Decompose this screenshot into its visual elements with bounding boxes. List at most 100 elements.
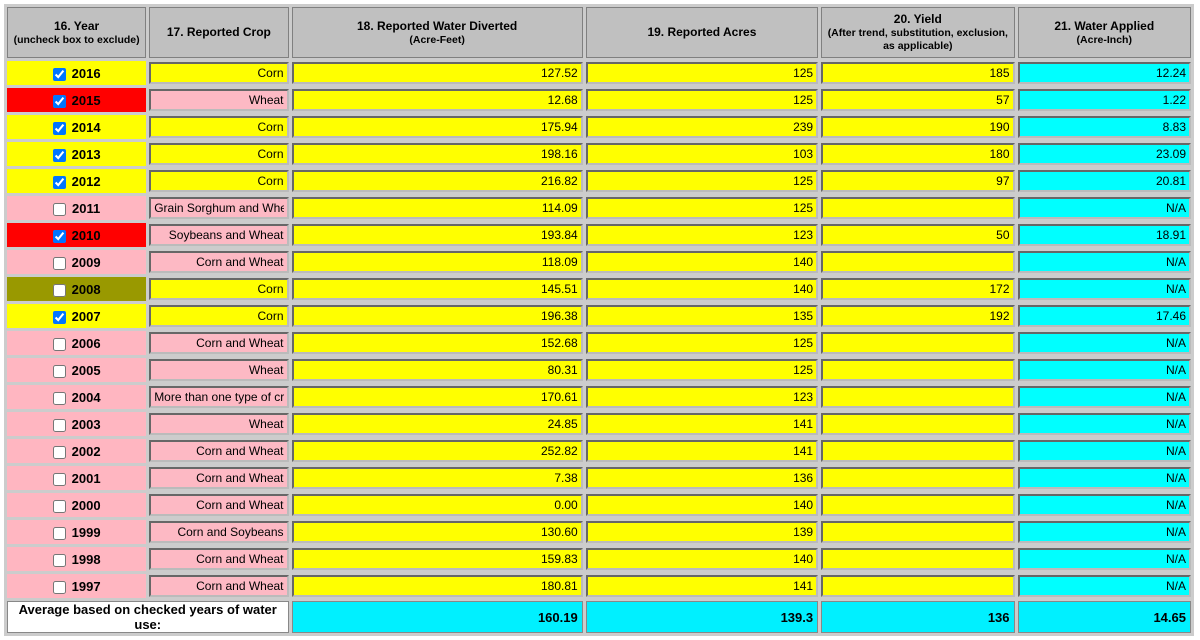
water-diverted-field[interactable] <box>294 388 581 406</box>
acres-field[interactable] <box>588 145 816 163</box>
include-year-checkbox[interactable] <box>53 392 66 405</box>
yield-field[interactable] <box>823 145 1012 163</box>
include-year-checkbox[interactable] <box>53 284 66 297</box>
include-year-checkbox[interactable] <box>53 554 66 567</box>
crop-field[interactable] <box>151 469 286 487</box>
yield-field[interactable] <box>823 469 1012 487</box>
water-diverted-field[interactable] <box>294 64 581 82</box>
include-year-checkbox[interactable] <box>53 68 66 81</box>
crop-field[interactable] <box>151 388 286 406</box>
yield-field[interactable] <box>823 199 1012 217</box>
water-diverted-field[interactable] <box>294 469 581 487</box>
include-year-checkbox[interactable] <box>53 446 66 459</box>
acres-field[interactable] <box>588 496 816 514</box>
yield-field[interactable] <box>823 280 1012 298</box>
include-year-checkbox[interactable] <box>53 149 66 162</box>
crop-field[interactable] <box>151 496 286 514</box>
crop-field[interactable] <box>151 280 286 298</box>
water-diverted-field[interactable] <box>294 550 581 568</box>
yield-field[interactable] <box>823 550 1012 568</box>
include-year-checkbox[interactable] <box>53 257 66 270</box>
acres-field[interactable] <box>588 253 816 271</box>
crop-field[interactable] <box>151 253 286 271</box>
water-diverted-field[interactable] <box>294 172 581 190</box>
include-year-checkbox[interactable] <box>53 419 66 432</box>
water-diverted-field[interactable] <box>294 118 581 136</box>
acres-field[interactable] <box>588 280 816 298</box>
acres-field[interactable] <box>588 226 816 244</box>
include-year-checkbox[interactable] <box>53 122 66 135</box>
acres-field[interactable] <box>588 442 816 460</box>
water-diverted-field[interactable] <box>294 226 581 244</box>
include-year-checkbox[interactable] <box>53 338 66 351</box>
water-diverted-field[interactable] <box>294 577 581 595</box>
yield-field[interactable] <box>823 226 1012 244</box>
include-year-checkbox[interactable] <box>53 473 66 486</box>
include-year-checkbox[interactable] <box>53 311 66 324</box>
acres-field[interactable] <box>588 91 816 109</box>
include-year-checkbox[interactable] <box>53 95 66 108</box>
acres-field[interactable] <box>588 361 816 379</box>
yield-field[interactable] <box>823 415 1012 433</box>
yield-field[interactable] <box>823 253 1012 271</box>
yield-field[interactable] <box>823 118 1012 136</box>
acres-field[interactable] <box>588 118 816 136</box>
yield-field[interactable] <box>823 442 1012 460</box>
crop-field[interactable] <box>151 361 286 379</box>
acres-field[interactable] <box>588 172 816 190</box>
include-year-checkbox[interactable] <box>53 230 66 243</box>
crop-field[interactable] <box>151 577 286 595</box>
crop-field[interactable] <box>151 145 286 163</box>
acres-field[interactable] <box>588 415 816 433</box>
crop-field[interactable] <box>151 307 286 325</box>
include-year-checkbox[interactable] <box>53 176 66 189</box>
acres-field[interactable] <box>588 307 816 325</box>
yield-field[interactable] <box>823 172 1012 190</box>
acres-field[interactable] <box>588 388 816 406</box>
crop-field[interactable] <box>151 64 286 82</box>
water-diverted-field[interactable] <box>294 145 581 163</box>
yield-field[interactable] <box>823 64 1012 82</box>
acres-field[interactable] <box>588 577 816 595</box>
yield-field[interactable] <box>823 334 1012 352</box>
crop-field[interactable] <box>151 91 286 109</box>
include-year-checkbox[interactable] <box>53 365 66 378</box>
acres-field[interactable] <box>588 199 816 217</box>
yield-field[interactable] <box>823 388 1012 406</box>
acres-field[interactable] <box>588 334 816 352</box>
crop-field[interactable] <box>151 334 286 352</box>
yield-field[interactable] <box>823 307 1012 325</box>
yield-field[interactable] <box>823 361 1012 379</box>
crop-field[interactable] <box>151 226 286 244</box>
yield-field[interactable] <box>823 577 1012 595</box>
crop-field[interactable] <box>151 550 286 568</box>
crop-field[interactable] <box>151 118 286 136</box>
acres-field[interactable] <box>588 469 816 487</box>
water-diverted-field[interactable] <box>294 334 581 352</box>
acres-field[interactable] <box>588 64 816 82</box>
include-year-checkbox[interactable] <box>53 581 66 594</box>
water-diverted-field[interactable] <box>294 523 581 541</box>
water-diverted-field[interactable] <box>294 415 581 433</box>
water-diverted-field[interactable] <box>294 361 581 379</box>
crop-field[interactable] <box>151 415 286 433</box>
crop-field[interactable] <box>151 199 286 217</box>
crop-field[interactable] <box>151 442 286 460</box>
yield-field[interactable] <box>823 523 1012 541</box>
water-diverted-field[interactable] <box>294 91 581 109</box>
water-diverted-field[interactable] <box>294 496 581 514</box>
include-year-checkbox[interactable] <box>53 203 66 216</box>
crop-field[interactable] <box>151 523 286 541</box>
include-year-checkbox[interactable] <box>53 527 66 540</box>
water-diverted-field[interactable] <box>294 442 581 460</box>
water-diverted-field[interactable] <box>294 199 581 217</box>
water-diverted-field[interactable] <box>294 280 581 298</box>
acres-field[interactable] <box>588 550 816 568</box>
water-diverted-field[interactable] <box>294 307 581 325</box>
acres-field[interactable] <box>588 523 816 541</box>
include-year-checkbox[interactable] <box>53 500 66 513</box>
water-diverted-field[interactable] <box>294 253 581 271</box>
yield-field[interactable] <box>823 496 1012 514</box>
yield-field[interactable] <box>823 91 1012 109</box>
crop-field[interactable] <box>151 172 286 190</box>
